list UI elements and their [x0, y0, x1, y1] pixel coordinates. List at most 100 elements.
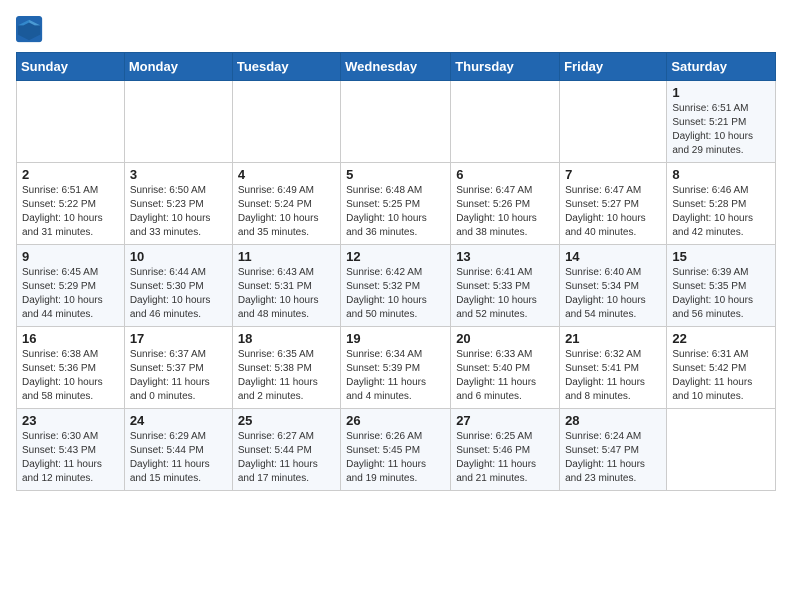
day-number: 13: [456, 249, 554, 264]
day-number: 11: [238, 249, 335, 264]
day-number: 28: [565, 413, 661, 428]
calendar-cell: 18 Sunrise: 6:35 AM Sunset: 5:38 PM Dayli…: [232, 327, 340, 409]
day-number: 15: [672, 249, 770, 264]
calendar-cell: 13 Sunrise: 6:41 AM Sunset: 5:33 PM Dayli…: [451, 245, 560, 327]
calendar-cell: 8 Sunrise: 6:46 AM Sunset: 5:28 PM Daylig…: [667, 163, 776, 245]
calendar-cell: 24 Sunrise: 6:29 AM Sunset: 5:44 PM Dayli…: [124, 409, 232, 491]
day-header: Tuesday: [232, 53, 340, 81]
day-info: Sunrise: 6:43 AM Sunset: 5:31 PM Dayligh…: [238, 266, 335, 322]
day-info: Sunrise: 6:39 AM Sunset: 5:35 PM Dayligh…: [672, 266, 770, 322]
logo-icon: [16, 16, 44, 44]
calendar-table: SundayMondayTuesdayWednesdayThursdayFrid…: [16, 52, 776, 491]
day-info: Sunrise: 6:24 AM Sunset: 5:47 PM Dayligh…: [565, 430, 661, 486]
calendar-cell: 26 Sunrise: 6:26 AM Sunset: 5:45 PM Dayli…: [341, 409, 451, 491]
calendar-week-row: 16 Sunrise: 6:38 AM Sunset: 5:36 PM Dayli…: [17, 327, 776, 409]
calendar-cell: 1Sunrise: 6:51 AM Sunset: 5:21 PM Daylig…: [667, 81, 776, 163]
day-number: 24: [130, 413, 227, 428]
day-info: Sunrise: 6:33 AM Sunset: 5:40 PM Dayligh…: [456, 348, 554, 404]
calendar-cell: 27 Sunrise: 6:25 AM Sunset: 5:46 PM Dayli…: [451, 409, 560, 491]
day-info: Sunrise: 6:25 AM Sunset: 5:46 PM Dayligh…: [456, 430, 554, 486]
day-number: 3: [130, 167, 227, 182]
day-info: Sunrise: 6:35 AM Sunset: 5:38 PM Dayligh…: [238, 348, 335, 404]
calendar-header-row: SundayMondayTuesdayWednesdayThursdayFrid…: [17, 53, 776, 81]
calendar-week-row: 9 Sunrise: 6:45 AM Sunset: 5:29 PM Daylig…: [17, 245, 776, 327]
day-info: Sunrise: 6:27 AM Sunset: 5:44 PM Dayligh…: [238, 430, 335, 486]
day-header: Sunday: [17, 53, 125, 81]
day-number: 26: [346, 413, 445, 428]
day-number: 14: [565, 249, 661, 264]
day-info: Sunrise: 6:26 AM Sunset: 5:45 PM Dayligh…: [346, 430, 445, 486]
calendar-week-row: 1Sunrise: 6:51 AM Sunset: 5:21 PM Daylig…: [17, 81, 776, 163]
calendar-cell: 2 Sunrise: 6:51 AM Sunset: 5:22 PM Daylig…: [17, 163, 125, 245]
day-info: Sunrise: 6:37 AM Sunset: 5:37 PM Dayligh…: [130, 348, 227, 404]
day-number: 7: [565, 167, 661, 182]
day-info: Sunrise: 6:49 AM Sunset: 5:24 PM Dayligh…: [238, 184, 335, 240]
calendar-cell: [560, 81, 667, 163]
day-info: Sunrise: 6:50 AM Sunset: 5:23 PM Dayligh…: [130, 184, 227, 240]
day-info: Sunrise: 6:42 AM Sunset: 5:32 PM Dayligh…: [346, 266, 445, 322]
day-info: Sunrise: 6:31 AM Sunset: 5:42 PM Dayligh…: [672, 348, 770, 404]
logo: [16, 16, 46, 44]
day-info: Sunrise: 6:51 AM Sunset: 5:21 PM Dayligh…: [672, 102, 770, 158]
calendar-cell: 20 Sunrise: 6:33 AM Sunset: 5:40 PM Dayli…: [451, 327, 560, 409]
calendar-cell: 16 Sunrise: 6:38 AM Sunset: 5:36 PM Dayli…: [17, 327, 125, 409]
day-info: Sunrise: 6:51 AM Sunset: 5:22 PM Dayligh…: [22, 184, 119, 240]
day-info: Sunrise: 6:48 AM Sunset: 5:25 PM Dayligh…: [346, 184, 445, 240]
day-number: 10: [130, 249, 227, 264]
calendar-cell: 4 Sunrise: 6:49 AM Sunset: 5:24 PM Daylig…: [232, 163, 340, 245]
day-info: Sunrise: 6:38 AM Sunset: 5:36 PM Dayligh…: [22, 348, 119, 404]
calendar-cell: 12 Sunrise: 6:42 AM Sunset: 5:32 PM Dayli…: [341, 245, 451, 327]
day-info: Sunrise: 6:46 AM Sunset: 5:28 PM Dayligh…: [672, 184, 770, 240]
calendar-cell: 6 Sunrise: 6:47 AM Sunset: 5:26 PM Daylig…: [451, 163, 560, 245]
day-header: Wednesday: [341, 53, 451, 81]
day-info: Sunrise: 6:40 AM Sunset: 5:34 PM Dayligh…: [565, 266, 661, 322]
calendar-cell: 19 Sunrise: 6:34 AM Sunset: 5:39 PM Dayli…: [341, 327, 451, 409]
calendar-cell: 5 Sunrise: 6:48 AM Sunset: 5:25 PM Daylig…: [341, 163, 451, 245]
day-info: Sunrise: 6:30 AM Sunset: 5:43 PM Dayligh…: [22, 430, 119, 486]
day-number: 2: [22, 167, 119, 182]
day-info: Sunrise: 6:32 AM Sunset: 5:41 PM Dayligh…: [565, 348, 661, 404]
calendar-cell: 17 Sunrise: 6:37 AM Sunset: 5:37 PM Dayli…: [124, 327, 232, 409]
calendar-cell: [667, 409, 776, 491]
day-number: 8: [672, 167, 770, 182]
day-number: 25: [238, 413, 335, 428]
day-info: Sunrise: 6:45 AM Sunset: 5:29 PM Dayligh…: [22, 266, 119, 322]
day-info: Sunrise: 6:47 AM Sunset: 5:27 PM Dayligh…: [565, 184, 661, 240]
calendar-cell: 23 Sunrise: 6:30 AM Sunset: 5:43 PM Dayli…: [17, 409, 125, 491]
calendar-cell: 11 Sunrise: 6:43 AM Sunset: 5:31 PM Dayli…: [232, 245, 340, 327]
day-info: Sunrise: 6:47 AM Sunset: 5:26 PM Dayligh…: [456, 184, 554, 240]
day-header: Monday: [124, 53, 232, 81]
day-number: 27: [456, 413, 554, 428]
day-number: 20: [456, 331, 554, 346]
day-header: Thursday: [451, 53, 560, 81]
calendar-cell: [17, 81, 125, 163]
day-number: 12: [346, 249, 445, 264]
day-info: Sunrise: 6:34 AM Sunset: 5:39 PM Dayligh…: [346, 348, 445, 404]
calendar-cell: [232, 81, 340, 163]
calendar-cell: 21 Sunrise: 6:32 AM Sunset: 5:41 PM Dayli…: [560, 327, 667, 409]
day-number: 4: [238, 167, 335, 182]
day-number: 6: [456, 167, 554, 182]
calendar-cell: 15 Sunrise: 6:39 AM Sunset: 5:35 PM Dayli…: [667, 245, 776, 327]
day-header: Friday: [560, 53, 667, 81]
day-number: 9: [22, 249, 119, 264]
day-number: 16: [22, 331, 119, 346]
day-number: 23: [22, 413, 119, 428]
calendar-cell: 7 Sunrise: 6:47 AM Sunset: 5:27 PM Daylig…: [560, 163, 667, 245]
calendar-cell: 14 Sunrise: 6:40 AM Sunset: 5:34 PM Dayli…: [560, 245, 667, 327]
day-info: Sunrise: 6:41 AM Sunset: 5:33 PM Dayligh…: [456, 266, 554, 322]
day-number: 17: [130, 331, 227, 346]
calendar-cell: 25 Sunrise: 6:27 AM Sunset: 5:44 PM Dayli…: [232, 409, 340, 491]
calendar-cell: 22 Sunrise: 6:31 AM Sunset: 5:42 PM Dayli…: [667, 327, 776, 409]
day-info: Sunrise: 6:29 AM Sunset: 5:44 PM Dayligh…: [130, 430, 227, 486]
calendar-cell: [341, 81, 451, 163]
calendar-cell: 3 Sunrise: 6:50 AM Sunset: 5:23 PM Daylig…: [124, 163, 232, 245]
day-number: 19: [346, 331, 445, 346]
day-number: 21: [565, 331, 661, 346]
day-number: 18: [238, 331, 335, 346]
day-number: 5: [346, 167, 445, 182]
day-header: Saturday: [667, 53, 776, 81]
calendar-cell: 10Sunrise: 6:44 AM Sunset: 5:30 PM Dayli…: [124, 245, 232, 327]
day-number: 22: [672, 331, 770, 346]
page-header: [16, 16, 776, 44]
